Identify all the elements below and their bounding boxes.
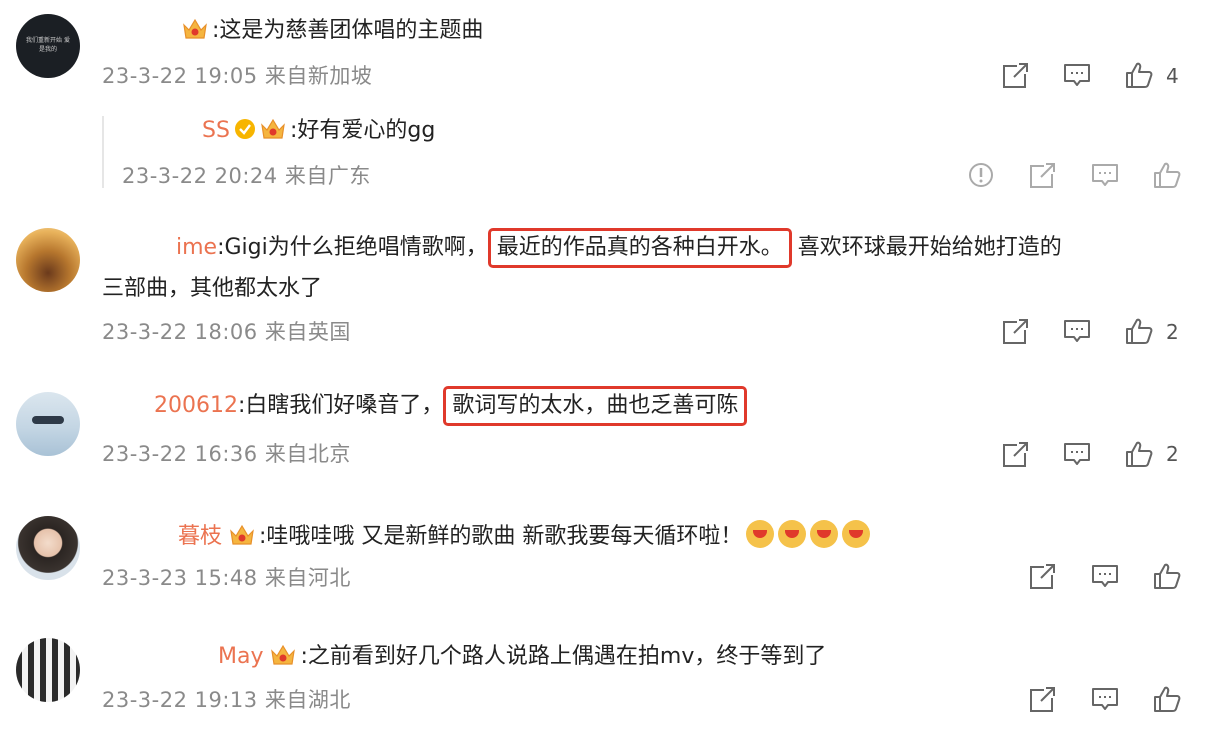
comment-text: :哇哦哇哦 又是新鲜的歌曲 新歌我要每天循环啦！ xyxy=(259,524,743,549)
avatar[interactable] xyxy=(16,638,80,702)
comment-6: May :之前看到好几个路人说路上偶遇在拍mv，终于等到了 23-3-22 19… xyxy=(0,626,1212,730)
like-button[interactable] xyxy=(1124,439,1154,469)
share-icon xyxy=(1001,439,1031,469)
username[interactable]: SS xyxy=(202,118,230,143)
comment-text: :白瞎我们好嗓音了， xyxy=(237,393,444,418)
crown-badge-icon xyxy=(182,17,208,41)
airplane-icon xyxy=(32,416,64,424)
crown-badge-icon xyxy=(260,117,286,141)
like-icon xyxy=(1152,561,1182,591)
comment-icon xyxy=(1090,684,1120,714)
comment-text: :Gigi为什么拒绝唱情歌啊， xyxy=(217,235,488,260)
like-icon xyxy=(1124,60,1154,90)
verified-icon xyxy=(234,118,256,140)
share-button[interactable] xyxy=(1001,60,1031,90)
comment-text-continued: 喜欢环球最开始给她打造的 xyxy=(797,235,1062,260)
username[interactable]: May xyxy=(218,644,263,669)
crown-badge-icon xyxy=(229,523,255,547)
reply-button[interactable] xyxy=(1090,684,1120,714)
comment-4: 200612:白瞎我们好嗓音了， 歌词写的太水，曲也乏善可陈 23-3-22 16… xyxy=(0,376,1212,486)
comment-timestamp: 23-3-22 20:24 来自广东 xyxy=(122,164,371,188)
report-button[interactable] xyxy=(966,160,996,190)
avatar-text: 我们重新开始 爱是我的 xyxy=(26,37,70,53)
like-count: 2 xyxy=(1166,320,1179,344)
avatar[interactable]: 我们重新开始 爱是我的 xyxy=(16,14,80,78)
highlighted-text: 最近的作品真的各种白开水。 xyxy=(487,228,792,268)
like-icon xyxy=(1152,684,1182,714)
reply-button[interactable] xyxy=(1090,561,1120,591)
username[interactable]: 暮枝 xyxy=(178,524,222,549)
comment-icon xyxy=(1062,439,1092,469)
comment-text-line2: 三部曲，其他都太水了 xyxy=(102,276,323,301)
share-icon xyxy=(1028,561,1058,591)
comment-icon xyxy=(1062,316,1092,346)
grin-emoji-icon xyxy=(778,520,807,548)
report-icon xyxy=(966,160,996,190)
reply-button[interactable] xyxy=(1062,316,1092,346)
like-button[interactable] xyxy=(1152,684,1182,714)
comment-icon xyxy=(1090,561,1120,591)
comment-timestamp: 23-3-23 15:48 来自河北 xyxy=(102,566,351,590)
comment-3: ime:Gigi为什么拒绝唱情歌啊， 最近的作品真的各种白开水。 喜欢环球最开始给她… xyxy=(0,210,1212,360)
share-icon xyxy=(1028,160,1058,190)
comment-icon xyxy=(1090,160,1120,190)
comment-body: 200612:白瞎我们好嗓音了， 歌词写的太水，曲也乏善可陈 xyxy=(154,386,748,426)
comment-text: :之前看到好几个路人说路上偶遇在拍mv，终于等到了 xyxy=(300,644,827,669)
share-button[interactable] xyxy=(1001,316,1031,346)
share-icon xyxy=(1028,684,1058,714)
grin-emoji-icon xyxy=(842,520,871,548)
reply-button[interactable] xyxy=(1062,60,1092,90)
username[interactable]: 200612 xyxy=(154,393,238,418)
comment-body: :这是为慈善团体唱的主题曲 xyxy=(182,16,483,46)
reply-button[interactable] xyxy=(1062,439,1092,469)
like-count: 2 xyxy=(1166,442,1179,466)
like-button[interactable] xyxy=(1152,561,1182,591)
crown-badge-icon xyxy=(270,643,296,667)
share-button[interactable] xyxy=(1028,684,1058,714)
like-button[interactable] xyxy=(1152,160,1182,190)
comment-text: :这是为慈善团体唱的主题曲 xyxy=(212,18,484,43)
grin-emoji-icon xyxy=(810,520,839,548)
share-icon xyxy=(1001,316,1031,346)
like-icon xyxy=(1124,439,1154,469)
share-button[interactable] xyxy=(1028,160,1058,190)
like-button[interactable] xyxy=(1124,60,1154,90)
comment-timestamp: 23-3-22 19:13 来自湖北 xyxy=(102,688,351,712)
avatar[interactable] xyxy=(16,516,80,580)
comment-body: 暮枝 :哇哦哇哦 又是新鲜的歌曲 新歌我要每天循环啦！ xyxy=(178,520,871,552)
comment-text: :好有爱心的gg xyxy=(289,118,436,143)
comment-body: ime:Gigi为什么拒绝唱情歌啊， 最近的作品真的各种白开水。 喜欢环球最开始给她… xyxy=(176,228,1062,268)
like-icon xyxy=(1124,316,1154,346)
username[interactable]: ime xyxy=(176,235,217,260)
avatar[interactable] xyxy=(16,228,80,292)
comment-icon xyxy=(1062,60,1092,90)
comment-body: May :之前看到好几个路人说路上偶遇在拍mv，终于等到了 xyxy=(218,642,826,672)
comment-1: 我们重新开始 爱是我的 :这是为慈善团体唱的主题曲 23-3-22 19:05 … xyxy=(0,0,1212,110)
reply-button[interactable] xyxy=(1090,160,1120,190)
share-button[interactable] xyxy=(1001,439,1031,469)
reply-1: SS :好有爱心的gg 23-3-22 20:24 来自广东 xyxy=(0,110,1212,200)
avatar[interactable] xyxy=(16,392,80,456)
like-count: 4 xyxy=(1166,64,1179,88)
like-button[interactable] xyxy=(1124,316,1154,346)
highlighted-text: 歌词写的太水，曲也乏善可陈 xyxy=(443,386,748,426)
comment-timestamp: 23-3-22 18:06 来自英国 xyxy=(102,320,351,344)
like-icon xyxy=(1152,160,1182,190)
comment-timestamp: 23-3-22 19:05 来自新加坡 xyxy=(102,64,373,88)
comment-body: SS :好有爱心的gg xyxy=(202,116,435,146)
share-icon xyxy=(1001,60,1031,90)
comment-timestamp: 23-3-22 16:36 来自北京 xyxy=(102,442,351,466)
share-button[interactable] xyxy=(1028,561,1058,591)
grin-emoji-icon xyxy=(746,520,775,548)
comment-5: 暮枝 :哇哦哇哦 又是新鲜的歌曲 新歌我要每天循环啦！ 23-3-23 15:4… xyxy=(0,500,1212,620)
